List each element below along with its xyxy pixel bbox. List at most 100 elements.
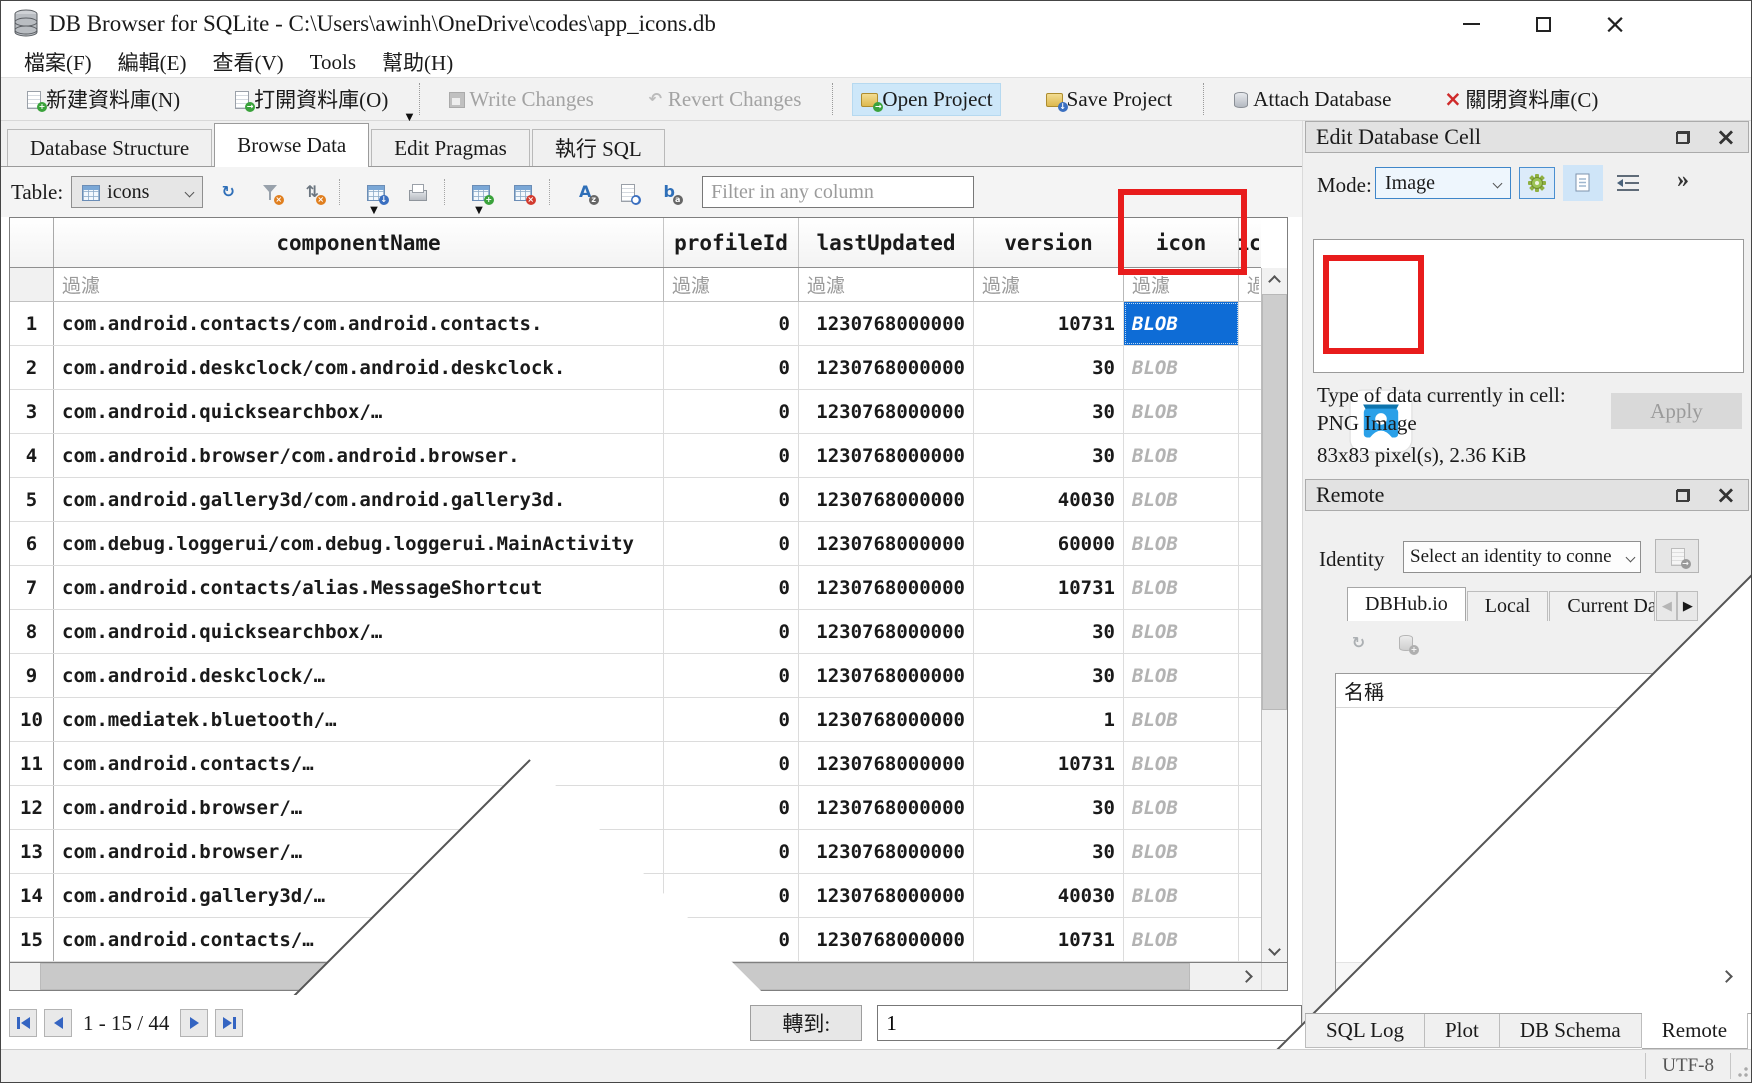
cell-extra[interactable] [1239,302,1259,345]
row-number[interactable]: 10 [10,698,54,741]
cell-lastUpdated[interactable]: 1230768000000 [799,610,974,653]
attach-database-button[interactable]: Attach Database [1224,84,1398,115]
cell-version[interactable]: 30 [974,434,1124,477]
cell-version[interactable]: 40030 [974,478,1124,521]
scroll-left-button[interactable] [1336,963,1364,990]
goto-record-input[interactable] [877,1005,1302,1041]
refresh-icon[interactable]: ↻ [1349,633,1368,652]
cell-icon[interactable]: BLOB [1124,786,1239,829]
cell-icon[interactable]: BLOB [1124,390,1239,433]
cell-profileId[interactable]: 0 [664,830,799,873]
apply-button[interactable]: Apply [1611,393,1742,429]
cell-profileId[interactable]: 0 [664,786,799,829]
cell-lastUpdated[interactable]: 1230768000000 [799,434,974,477]
close-database-button[interactable]: ×關閉資料庫(C) [1436,81,1605,117]
insert-record-button[interactable]: +▼ [463,175,497,209]
dock-tab-sql-log[interactable]: SQL Log [1305,1014,1425,1048]
cell-version[interactable]: 30 [974,610,1124,653]
cell-profileId[interactable]: 0 [664,742,799,785]
menu-item-0[interactable]: 檔案(F) [11,47,105,77]
row-number[interactable]: 4 [10,434,54,477]
cell-lastUpdated[interactable]: 1230768000000 [799,654,974,697]
name-column-header[interactable]: 名稱 [1336,674,1670,707]
close-button[interactable]: × [1579,1,1651,47]
cell-icon[interactable]: BLOB [1124,566,1239,609]
cell-icon[interactable]: BLOB [1124,346,1239,389]
cell-extra[interactable] [1239,786,1259,829]
minimize-button[interactable] [1435,1,1507,47]
cell-profileId[interactable]: 0 [664,522,799,565]
save-view-button[interactable]: ↓▼ [358,175,392,209]
refresh-button[interactable]: ↻ [211,175,245,209]
cell-lastUpdated[interactable]: 1230768000000 [799,302,974,345]
row-number[interactable]: 15 [10,918,54,961]
cell-profileId[interactable]: 0 [664,654,799,697]
horizontal-scrollbar[interactable] [9,963,1288,991]
cell-extra[interactable] [1239,654,1259,697]
cell-extra[interactable] [1239,478,1259,521]
row-number[interactable]: 3 [10,390,54,433]
open-project-button[interactable]: →Open Project [853,84,999,115]
cell-version[interactable]: 30 [974,830,1124,873]
dock-tab-plot[interactable]: Plot [1425,1014,1500,1048]
row-number[interactable]: 1 [10,302,54,345]
table-selector[interactable]: icons [71,176,203,208]
cell-lastUpdated[interactable]: 1230768000000 [799,346,974,389]
tab-scroll-left-button[interactable]: ◀ [1656,591,1677,621]
cell-icon[interactable]: BLOB [1124,830,1239,873]
text-view-button[interactable] [1563,165,1603,201]
float-panel-icon[interactable] [1676,489,1690,502]
cell-profileId[interactable]: 0 [664,390,799,433]
cell-version[interactable]: 60000 [974,522,1124,565]
cell-profileId[interactable]: 0 [664,302,799,345]
tab-scroll-right-button[interactable]: ▶ [1677,591,1698,621]
tab-browse-data[interactable]: Browse Data [214,123,369,167]
delete-record-button[interactable]: × [505,175,539,209]
cell-lastUpdated[interactable]: 1230768000000 [799,742,974,785]
cell-lastUpdated[interactable]: 1230768000000 [799,830,974,873]
dock-tab-remote[interactable]: Remote [1642,1013,1748,1049]
word-wrap-button[interactable] [1615,173,1641,193]
first-page-button[interactable] [9,1009,37,1037]
cell-lastUpdated[interactable]: 1230768000000 [799,918,974,961]
menu-item-1[interactable]: 編輯(E) [105,47,200,77]
next-page-button[interactable] [180,1009,208,1037]
cell-version[interactable]: 10731 [974,918,1124,961]
vertical-scrollbar-thumb[interactable] [1262,294,1287,710]
cell-componentName[interactable]: com.debug.loggerui/com.debug.loggerui.Ma… [54,522,664,565]
import-certificate-button[interactable]: → [1655,539,1699,573]
cell-extra[interactable] [1239,698,1259,741]
cell-componentName[interactable]: com.android.contacts/… [54,742,664,785]
cell-icon[interactable]: BLOB [1124,654,1239,697]
cell-extra[interactable] [1239,390,1259,433]
column-header-profileId[interactable]: profileId [664,218,799,267]
replace-button[interactable]: ba [652,175,686,209]
cell-componentName[interactable]: com.android.contacts/com.android.contact… [54,302,664,345]
menu-item-3[interactable]: Tools [297,47,369,77]
cell-componentName[interactable]: com.android.deskclock/com.android.deskcl… [54,346,664,389]
clone-database-icon[interactable]: + [1396,633,1415,652]
vertical-scrollbar[interactable] [1261,268,1287,962]
print-button[interactable] [400,175,434,209]
cell-profileId[interactable]: 0 [664,610,799,653]
vertical-scrollbar-track[interactable] [1262,710,1287,936]
dock-tab-db-schema[interactable]: DB Schema [1500,1014,1642,1048]
clear-sorting-button[interactable]: ⇅× [295,175,329,209]
cell-extra[interactable] [1239,874,1259,917]
cell-lastUpdated[interactable]: 1230768000000 [799,390,974,433]
filter-input-profileId[interactable]: 過濾 [664,268,799,301]
cell-lastUpdated[interactable]: 1230768000000 [799,874,974,917]
filter-input-version[interactable]: 過濾 [974,268,1124,301]
tab-database-structure[interactable]: Database Structure [7,129,212,166]
cell-icon[interactable]: BLOB [1124,522,1239,565]
row-number[interactable]: 5 [10,478,54,521]
column-header-componentName[interactable]: componentName [54,218,664,267]
previous-page-button[interactable] [44,1009,72,1037]
close-panel-icon[interactable]: × [1716,483,1736,507]
row-number[interactable]: 11 [10,742,54,785]
close-panel-icon[interactable]: × [1716,125,1736,149]
dropdown-arrow-icon[interactable]: ▼ [475,205,483,216]
filter-input-componentName[interactable]: 過濾 [54,268,664,301]
cell-version[interactable]: 10731 [974,302,1124,345]
cell-lastUpdated[interactable]: 1230768000000 [799,786,974,829]
